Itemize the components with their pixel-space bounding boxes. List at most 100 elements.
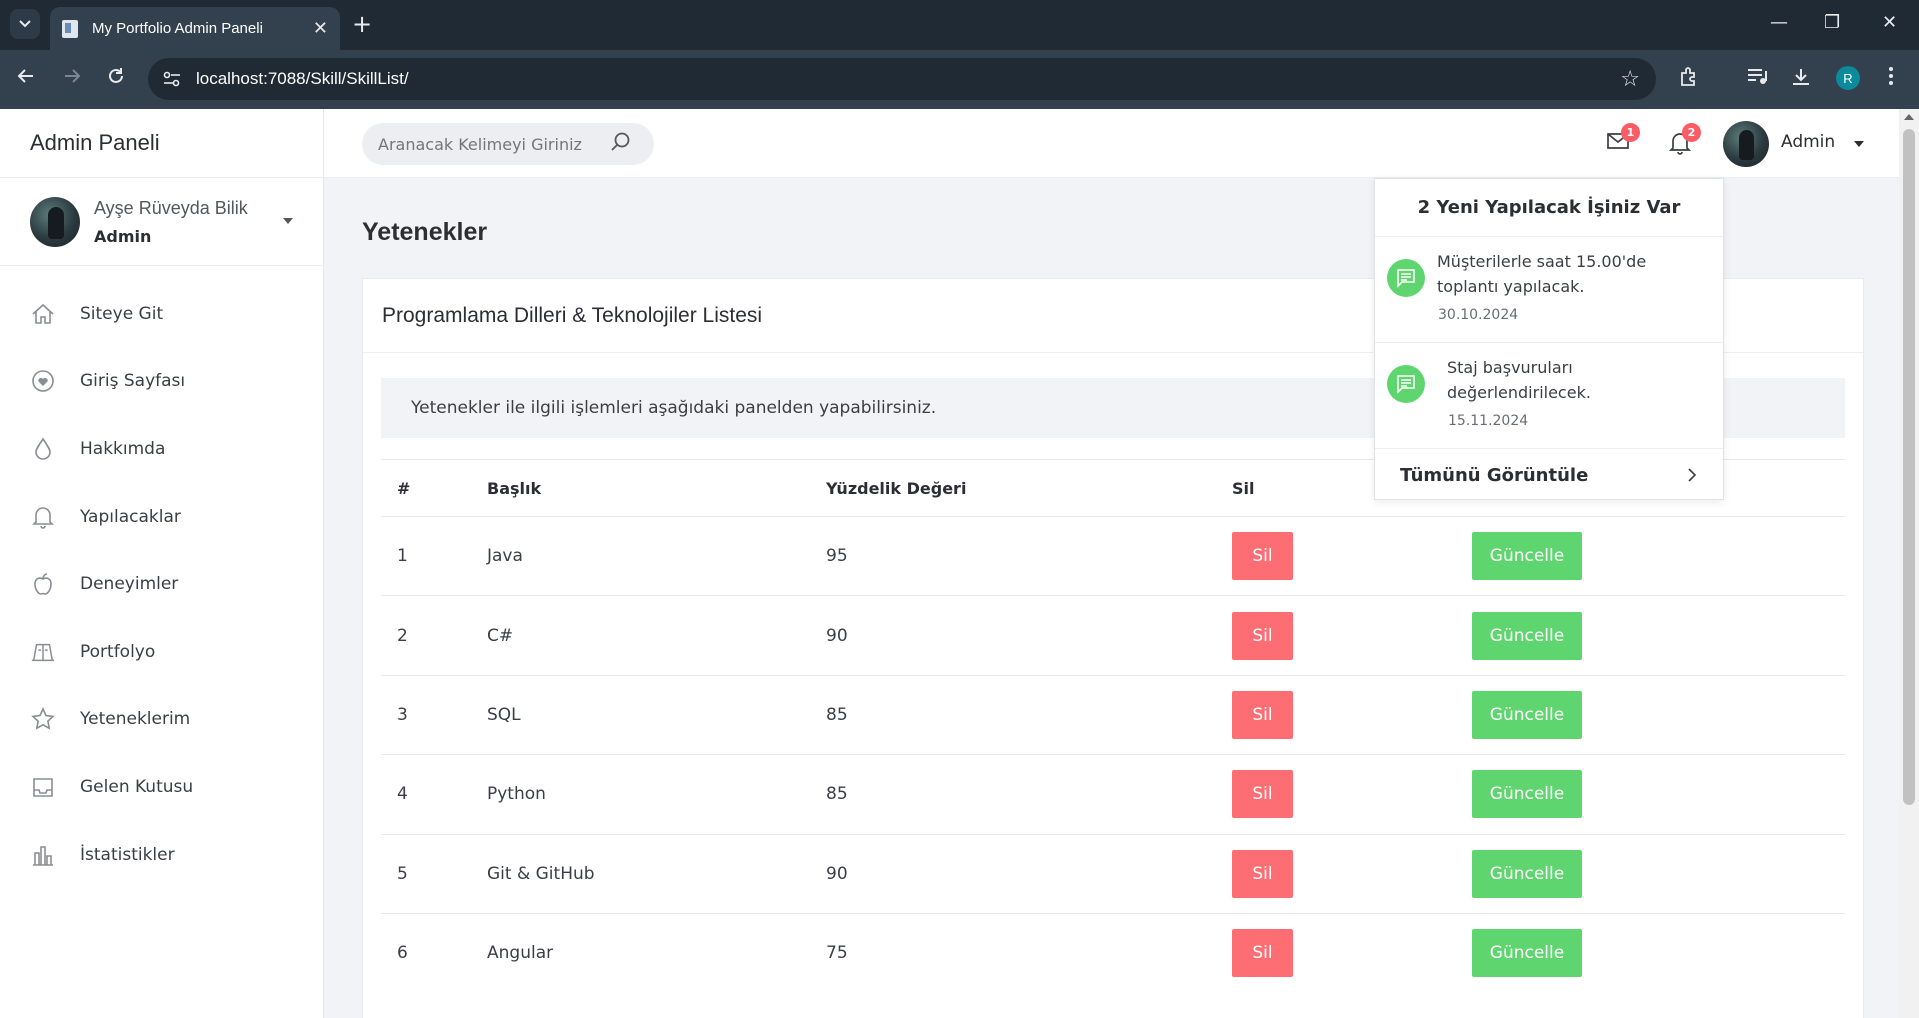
sidebar-item-deneyimler[interactable]: Deneyimler [0, 550, 323, 618]
notification-date: 15.11.2024 [1448, 413, 1529, 429]
caret-down-icon[interactable] [1854, 141, 1864, 147]
brand-title[interactable]: Admin Paneli [0, 109, 323, 178]
download-icon[interactable] [1790, 66, 1812, 93]
sidebar-item-yeteneklerim[interactable]: Yeteneklerim [0, 686, 323, 754]
bookmark-star-icon[interactable]: ☆ [1620, 67, 1640, 92]
sidebar: Admin Paneli Ayşe Rüveyda Bilik Admin Si… [0, 109, 324, 1018]
row-number: 4 [397, 784, 408, 805]
delete-button[interactable]: Sil [1232, 532, 1293, 581]
row-number: 2 [397, 625, 408, 646]
book-icon [30, 639, 56, 665]
delete-button[interactable]: Sil [1232, 770, 1293, 819]
notification-badge: 2 [1682, 123, 1701, 142]
table-row: 6 Angular 75 Sil Güncelle [381, 912, 1845, 992]
update-button[interactable]: Güncelle [1472, 770, 1582, 819]
media-controls-icon[interactable] [1746, 66, 1768, 91]
browser-toolbar: localhost:7088/Skill/SkillList/ ☆ R [0, 50, 1919, 109]
chevron-right-icon [1687, 467, 1697, 488]
skill-title: Angular [487, 943, 554, 964]
sidebar-item-label: Yeteneklerim [80, 709, 191, 730]
bar-chart-icon [30, 842, 56, 868]
table-row: 1 Java 95 Sil Güncelle [381, 516, 1845, 595]
notification-text: Staj başvuruları değerlendirilecek. [1447, 358, 1591, 402]
sidebar-item-portfolyo[interactable]: Portfolyo [0, 618, 323, 686]
home-icon [30, 301, 56, 327]
skill-percentage: 90 [826, 625, 848, 646]
search-icon[interactable] [610, 131, 632, 157]
update-button[interactable]: Güncelle [1472, 929, 1582, 978]
scroll-up-arrow-icon[interactable] [1904, 114, 1914, 120]
caret-down-icon[interactable] [283, 218, 293, 224]
scrollbar-thumb[interactable] [1903, 129, 1915, 805]
star-icon [30, 706, 56, 732]
sidebar-item-hakkimda[interactable]: Hakkımda [0, 415, 323, 483]
notification-dropdown: 2 Yeni Yapılacak İşiniz Var Müşterilerle… [1374, 178, 1724, 500]
delete-button[interactable]: Sil [1232, 611, 1293, 660]
row-number: 5 [397, 863, 408, 884]
update-button[interactable]: Güncelle [1472, 849, 1582, 898]
sidebar-item-label: Giriş Sayfası [80, 371, 186, 392]
browser-profile-avatar[interactable]: R [1836, 66, 1860, 90]
new-tab-button[interactable]: + [352, 10, 372, 38]
skills-table: # Başlık Yüzdelik Değeri Sil 1 Java 95 Sil G… [381, 459, 1845, 992]
notification-item[interactable]: Müşterilerle saat 15.00'de toplantı yapı… [1375, 237, 1723, 343]
row-number: 3 [397, 704, 408, 725]
browser-menu-icon[interactable] [1888, 66, 1894, 91]
delete-button[interactable]: Sil [1232, 849, 1293, 898]
close-tab-icon[interactable]: ✕ [313, 18, 328, 39]
minimize-window-icon[interactable]: — [1770, 12, 1788, 33]
sidebar-item-istatistikler[interactable]: İstatistikler [0, 821, 323, 889]
skill-percentage: 95 [826, 546, 848, 567]
sidebar-item-label: Siteye Git [80, 303, 164, 324]
forward-arrow-icon[interactable] [62, 66, 82, 92]
mail-badge: 1 [1621, 123, 1640, 142]
address-bar[interactable]: localhost:7088/Skill/SkillList/ ☆ [148, 58, 1656, 100]
page-scrollbar[interactable] [1899, 109, 1919, 1018]
message-icon [1387, 259, 1425, 297]
sidebar-item-label: Portfolyo [80, 641, 156, 662]
column-header-number: # [397, 478, 411, 498]
delete-button[interactable]: Sil [1232, 690, 1293, 739]
back-arrow-icon[interactable] [16, 66, 36, 92]
extensions-icon[interactable] [1678, 66, 1700, 93]
skill-percentage: 85 [826, 784, 848, 805]
sidebar-item-label: Deneyimler [80, 574, 179, 595]
update-button[interactable]: Güncelle [1472, 532, 1582, 581]
table-body: 1 Java 95 Sil Güncelle 2 C# 90 Sil Güncelle 3 SQL 85… [381, 516, 1845, 992]
sidebar-item-giris-sayfasi[interactable]: Giriş Sayfası [0, 348, 323, 416]
page-title: Yetenekler [362, 218, 488, 246]
sidebar-item-label: Gelen Kutusu [80, 776, 194, 797]
sidebar-item-siteye-git[interactable]: Siteye Git [0, 280, 323, 348]
notification-button[interactable]: 2 [1668, 123, 1701, 159]
sidebar-item-yapilacaklar[interactable]: Yapılacaklar [0, 483, 323, 551]
skill-percentage: 90 [826, 863, 848, 884]
delete-button[interactable]: Sil [1232, 929, 1293, 978]
restore-window-icon[interactable]: ❐ [1824, 12, 1840, 33]
site-info-icon[interactable] [162, 69, 182, 89]
search-box [362, 123, 654, 165]
update-button[interactable]: Güncelle [1472, 690, 1582, 739]
column-header-title: Başlık [487, 478, 542, 498]
sidebar-item-gelen-kutusu[interactable]: Gelen Kutusu [0, 753, 323, 821]
notification-header: 2 Yeni Yapılacak İşiniz Var [1375, 179, 1723, 237]
heart-icon [30, 368, 56, 394]
sidebar-profile[interactable]: Ayşe Rüveyda Bilik Admin [0, 178, 323, 266]
browser-tab[interactable]: My Portfolio Admin Paneli ✕ [50, 7, 340, 50]
reload-icon[interactable] [106, 66, 126, 92]
search-input[interactable] [378, 134, 598, 154]
apple-icon [30, 571, 56, 597]
update-button[interactable]: Güncelle [1472, 611, 1582, 660]
close-window-icon[interactable]: ✕ [1882, 12, 1897, 33]
profile-name: Ayşe Rüveyda Bilik [94, 197, 248, 218]
notification-date: 30.10.2024 [1438, 307, 1519, 323]
view-all-notifications-link[interactable]: Tümünü Görüntüle [1375, 449, 1723, 501]
notification-item[interactable]: Staj başvuruları değerlendirilecek. 15.1… [1375, 343, 1723, 449]
mail-button[interactable]: 1 [1606, 123, 1640, 155]
user-menu-name[interactable]: Admin [1781, 132, 1835, 152]
sidebar-menu: Siteye Git Giriş Sayfası Hakkımda Yapıla… [0, 266, 323, 888]
column-header-percentage: Yüzdelik Değeri [826, 478, 967, 498]
user-avatar[interactable] [1723, 121, 1769, 167]
bell-icon [30, 504, 56, 530]
tab-search-button[interactable] [10, 9, 40, 39]
row-number: 1 [397, 546, 408, 567]
